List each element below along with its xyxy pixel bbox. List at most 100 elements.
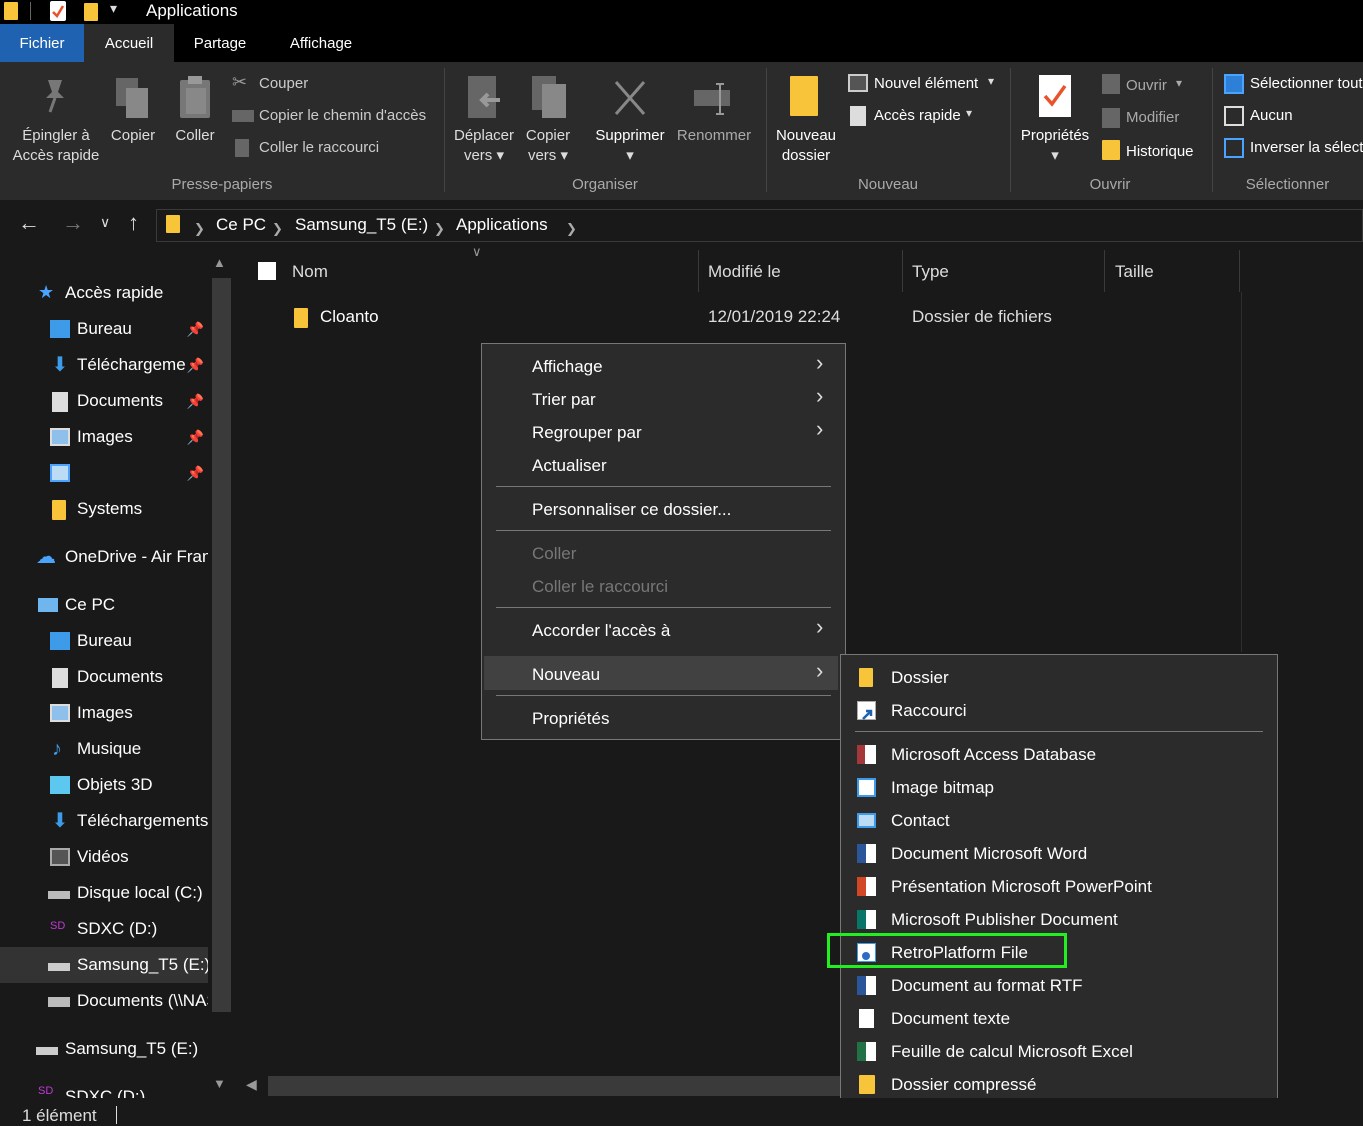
sidebar-item-music[interactable]: ♪ Musique [0, 731, 208, 767]
menu-item-customize-folder[interactable]: Personnaliser ce dossier... [532, 493, 731, 526]
scroll-left-icon[interactable]: ◀ [246, 1076, 257, 1093]
tab-view[interactable]: Affichage [276, 24, 366, 62]
properties-quick-icon[interactable] [50, 1, 66, 21]
tab-home[interactable]: Accueil [84, 24, 174, 62]
cut-button[interactable]: ✂ Couper [230, 72, 440, 96]
move-to-button[interactable]: Déplacer vers ▾ [450, 72, 518, 172]
sidebar-item-network-documents[interactable]: Documents (\\NAS) [0, 983, 208, 1019]
back-arrow-icon[interactable]: ← [18, 210, 40, 236]
forward-arrow-icon[interactable]: → [62, 210, 84, 236]
customize-qat-icon[interactable]: ▾ [110, 0, 117, 17]
submenu-item-shortcut[interactable]: Raccourci [841, 694, 1277, 727]
sidebar-item-onedrive[interactable]: ☁ OneDrive - Air France [0, 539, 208, 575]
menu-item-group-by[interactable]: Regrouper par [532, 416, 642, 449]
new-item-button[interactable]: Nouvel élément ▾ [846, 72, 1006, 96]
rename-button[interactable]: Renommer [672, 72, 756, 172]
menu-item-paste-shortcut[interactable]: Coller le raccourci [532, 570, 668, 603]
scroll-up-icon[interactable]: ▲ [213, 255, 226, 270]
submenu-item-powerpoint[interactable]: Présentation Microsoft PowerPoint [841, 870, 1277, 903]
chevron-right-icon[interactable]: ❯ [194, 218, 205, 240]
column-header-size[interactable]: Taille [1115, 258, 1154, 286]
select-all-checkbox[interactable] [258, 262, 276, 280]
sidebar-item-systems[interactable]: Systems [0, 491, 208, 527]
paste-shortcut-button[interactable]: Coller le raccourci [230, 136, 440, 160]
copy-path-button[interactable]: Copier le chemin d'accès [230, 104, 440, 128]
submenu-item-access-db[interactable]: Microsoft Access Database [841, 738, 1277, 771]
delete-button[interactable]: Supprimer ▾ [590, 72, 670, 172]
sidebar-scroll-thumb[interactable] [212, 278, 231, 1012]
sidebar-item-sdxc[interactable]: SD SDXC (D:) [0, 911, 208, 947]
submenu-item-zip[interactable]: Dossier compressé [841, 1068, 1277, 1101]
sidebar-item-documents[interactable]: Documents 📌 [0, 383, 208, 419]
easy-access-button[interactable]: Accès rapide ▾ [846, 104, 1006, 128]
column-header-name[interactable]: Nom [292, 258, 328, 286]
tab-share[interactable]: Partage [180, 24, 260, 62]
sidebar-item-pictures[interactable]: Images 📌 [0, 419, 208, 455]
column-divider[interactable] [1104, 250, 1105, 292]
chevron-right-icon[interactable]: ❯ [434, 218, 445, 240]
breadcrumb-applications[interactable]: Applications [456, 214, 548, 236]
submenu-item-excel[interactable]: Feuille de calcul Microsoft Excel [841, 1035, 1277, 1068]
copy-to-button[interactable]: Copier vers ▾ [520, 72, 576, 172]
pin-icon[interactable]: 📌 [187, 383, 204, 419]
menu-item-paste[interactable]: Coller [532, 537, 576, 570]
sidebar-item-videos[interactable]: Vidéos [0, 839, 208, 875]
submenu-item-publisher[interactable]: Microsoft Publisher Document [841, 903, 1277, 936]
chevron-right-icon[interactable]: ❯ [272, 218, 283, 240]
sidebar-item-downloads[interactable]: ⬇ Téléchargements 📌 [0, 347, 208, 383]
new-folder-quick-icon[interactable] [84, 3, 98, 21]
breadcrumb-ce-pc[interactable]: Ce PC [216, 214, 266, 236]
select-none-button[interactable]: Aucun [1222, 104, 1363, 128]
submenu-item-folder[interactable]: Dossier [841, 661, 1277, 694]
submenu-item-contact[interactable]: Contact [841, 804, 1277, 837]
open-button[interactable]: Ouvrir ▾ [1100, 72, 1210, 96]
menu-item-properties[interactable]: Propriétés [532, 702, 609, 735]
tab-file[interactable]: Fichier [0, 24, 84, 62]
chevron-right-icon[interactable]: ❯ [566, 218, 577, 240]
column-divider[interactable] [902, 250, 903, 292]
sidebar-item-local-disk[interactable]: Disque local (C:) [0, 875, 208, 911]
recent-locations-icon[interactable]: ∨ [100, 214, 110, 231]
scroll-down-icon[interactable]: ▼ [213, 1076, 226, 1091]
sidebar-item-pictures-pc[interactable]: Images [0, 695, 208, 731]
invert-selection-button[interactable]: Inverser la sélection [1222, 136, 1363, 160]
sidebar-item-contacts[interactable]: 📌 [0, 455, 208, 491]
sidebar-item-downloads-pc[interactable]: ⬇ Téléchargements [0, 803, 208, 839]
select-all-button[interactable]: Sélectionner tout [1222, 72, 1363, 96]
menu-item-sort-by[interactable]: Trier par [532, 383, 596, 416]
sidebar-item-sdxc-root[interactable]: SD SDXC (D:) [0, 1079, 208, 1098]
pin-icon[interactable]: 📌 [187, 455, 204, 491]
submenu-item-word[interactable]: Document Microsoft Word [841, 837, 1277, 870]
menu-item-view[interactable]: Affichage [532, 350, 603, 383]
sidebar-item-3d-objects[interactable]: Objets 3D [0, 767, 208, 803]
sidebar-item-desktop-pc[interactable]: Bureau [0, 623, 208, 659]
sidebar-item-documents-pc[interactable]: Documents [0, 659, 208, 695]
column-header-type[interactable]: Type [912, 258, 949, 286]
pin-icon[interactable]: 📌 [187, 347, 204, 383]
edit-button[interactable]: Modifier [1100, 106, 1210, 130]
h-scroll-thumb[interactable] [268, 1076, 840, 1096]
column-header-modified[interactable]: Modifié le [708, 258, 781, 286]
sidebar-item-samsung-selected[interactable]: Samsung_T5 (E:) [0, 947, 208, 983]
sidebar-item-samsung[interactable]: Samsung_T5 (E:) [0, 1031, 208, 1067]
pin-icon[interactable]: 📌 [187, 419, 204, 455]
properties-button[interactable]: Propriétés ▾ [1014, 72, 1096, 172]
pin-quick-access-button[interactable]: Épingler à Accès rapide [8, 72, 104, 172]
up-arrow-icon[interactable]: ↑ [128, 210, 139, 236]
submenu-item-bitmap[interactable]: Image bitmap [841, 771, 1277, 804]
sidebar-item-quick-access[interactable]: ★ Accès rapide [0, 275, 208, 311]
menu-item-refresh[interactable]: Actualiser [532, 449, 607, 482]
submenu-item-rtf[interactable]: Document au format RTF [841, 969, 1277, 1002]
column-divider[interactable] [698, 250, 699, 292]
menu-item-new[interactable]: Nouveau [532, 658, 600, 691]
column-divider[interactable] [1239, 250, 1240, 292]
menu-item-give-access[interactable]: Accorder l'accès à [532, 614, 670, 647]
new-folder-button[interactable]: Nouveau dossier [772, 72, 840, 172]
pin-icon[interactable]: 📌 [187, 311, 204, 347]
paste-button[interactable]: Coller [168, 72, 222, 172]
submenu-item-text[interactable]: Document texte [841, 1002, 1277, 1035]
history-button[interactable]: Historique [1100, 138, 1210, 164]
sidebar-item-desktop[interactable]: Bureau 📌 [0, 311, 208, 347]
file-row[interactable]: Cloanto 12/01/2019 22:24 Dossier de fich… [286, 304, 1146, 334]
breadcrumb-drive[interactable]: Samsung_T5 (E:) [295, 214, 428, 236]
